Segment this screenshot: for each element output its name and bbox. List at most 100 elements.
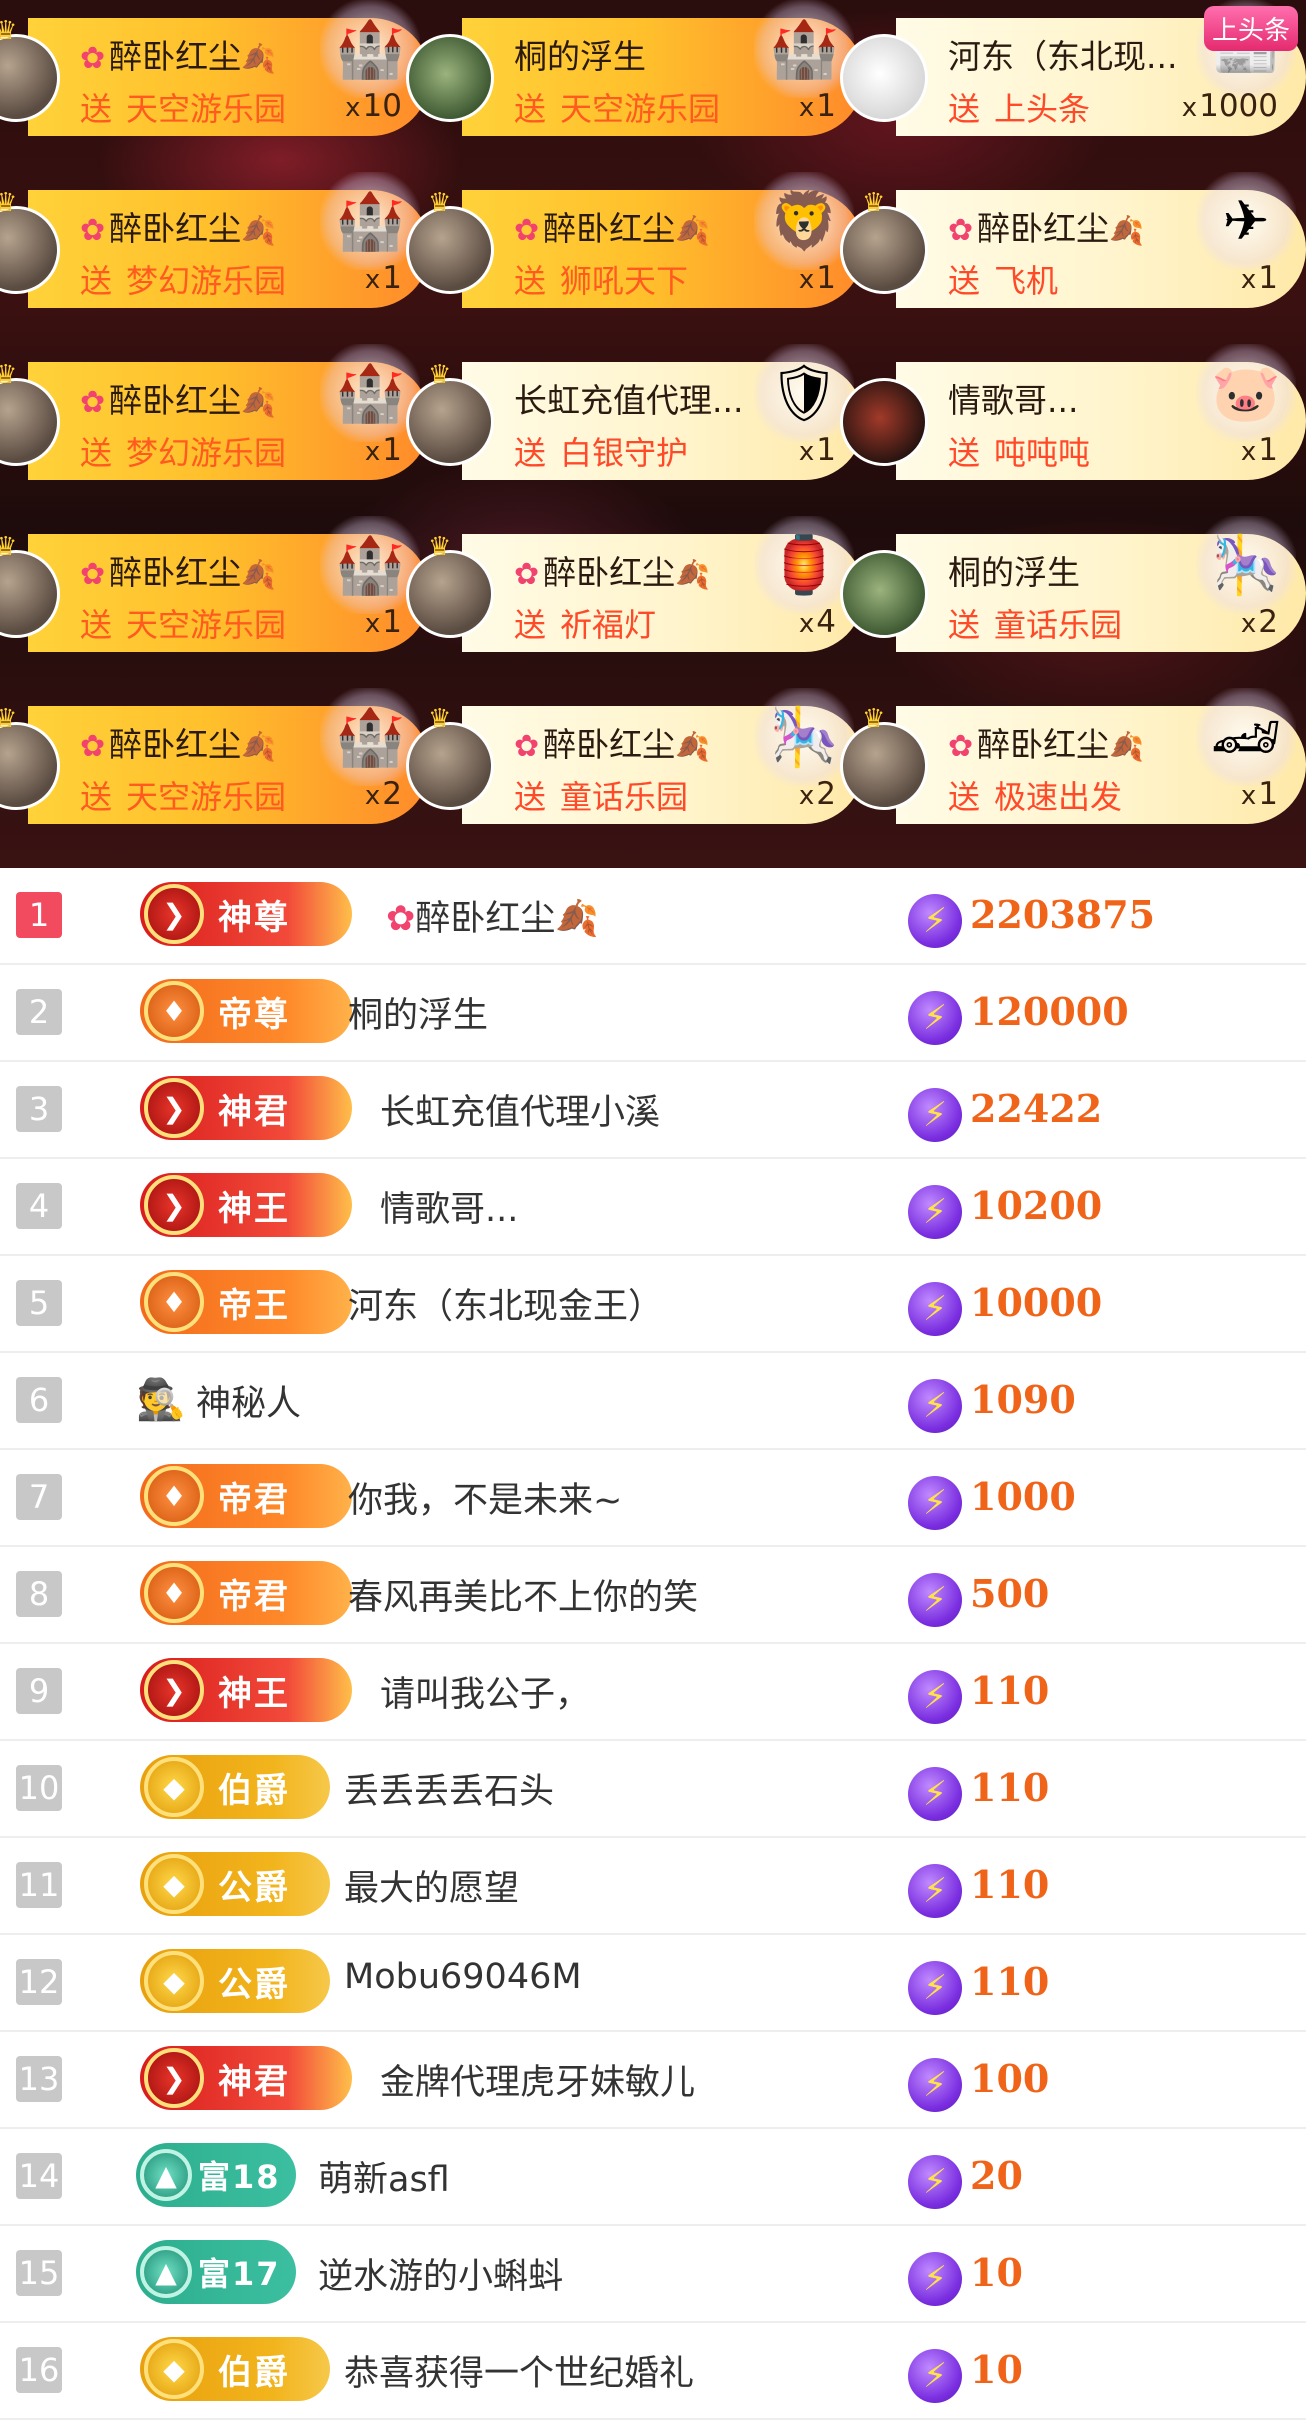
gift-banner[interactable]: ♛ ✿ 醉卧红尘🍂 送极速出发 🏎 x1 xyxy=(840,688,1306,824)
user-avatar[interactable] xyxy=(840,206,928,294)
ranking-username[interactable]: 河东（东北现金王） xyxy=(348,1278,663,1329)
user-avatar[interactable] xyxy=(406,378,494,466)
ranking-username[interactable]: 你我，不是未来~ xyxy=(348,1472,622,1523)
lightning-icon: ⚡ xyxy=(908,1088,962,1142)
gift-banner[interactable]: ♛ ✿ 醉卧红尘🍂 送梦幻游乐园 🏰 x1 xyxy=(0,172,430,308)
ranking-username[interactable]: Mobu69046M xyxy=(344,1957,582,1997)
gift-banner[interactable]: ♛ 长虹充值代理... 送白银守护 🛡 x1 xyxy=(406,344,864,480)
level-emblem-icon: ♦ xyxy=(144,981,204,1041)
gift-banner[interactable]: 桐的浮生送童话乐园 🎠 x2 xyxy=(840,516,1306,652)
gift-banner[interactable]: 情歌哥... 送吨吨吨 🐷 x1 xyxy=(840,344,1306,480)
count-value: 2 xyxy=(382,776,402,812)
gift-banner[interactable]: ♛ ✿ 醉卧红尘🍂 送天空游乐园 🏰 x1 xyxy=(0,516,430,652)
gift-name: 吨吨吨 xyxy=(994,434,1091,472)
ranking-username[interactable]: 春风再美比不上你的笑 xyxy=(348,1569,698,1620)
user-avatar[interactable] xyxy=(840,550,928,638)
contribution-score: 120000 xyxy=(970,989,1129,1034)
user-avatar[interactable] xyxy=(406,722,494,810)
flower-icon: ✿ xyxy=(948,729,974,764)
ranking-row[interactable]: 12 ◆ 公爵 Mobu69046M ⚡ 110 xyxy=(0,1935,1306,2032)
gift-banner[interactable]: ♛ ✿ 醉卧红尘🍂 送天空游乐园 🏰 x2 xyxy=(0,688,430,824)
gift-action-label: 送 xyxy=(514,262,547,300)
ranking-username[interactable]: 请叫我公子， xyxy=(380,1666,590,1717)
level-emblem-icon: ▲ xyxy=(140,2246,192,2298)
contribution-score: 22422 xyxy=(970,1086,1103,1131)
ranking-username[interactable]: ✿醉卧红尘🍂 xyxy=(386,890,599,941)
username-text: 逆水游的小蝌蚪 xyxy=(318,2257,564,2297)
gift-sender-name: 河东（东北现... xyxy=(948,30,1177,78)
lightning-icon: ⚡ xyxy=(908,1573,962,1627)
gift-sender-name: ✿ 醉卧红尘🍂 xyxy=(80,30,276,78)
level-badge: ❯ 神君 xyxy=(140,2046,352,2110)
user-avatar[interactable] xyxy=(406,34,494,122)
ranking-username[interactable]: 最大的愿望 xyxy=(344,1860,519,1911)
gift-action-label: 送 xyxy=(80,606,113,644)
level-label: 富18 xyxy=(198,2158,281,2196)
crown-icon: ♛ xyxy=(0,704,18,734)
rank-number: 7 xyxy=(16,1474,62,1520)
gift-action-label: 送 xyxy=(948,778,981,816)
ranking-row[interactable]: 9 ❯ 神王 请叫我公子， ⚡ 110 xyxy=(0,1644,1306,1741)
ranking-username[interactable]: 情歌哥... xyxy=(380,1181,518,1232)
rank-number: 10 xyxy=(16,1765,62,1811)
ranking-username[interactable]: 萌新asfl xyxy=(318,2151,450,2202)
flower-icon: ✿ xyxy=(386,899,416,939)
user-avatar[interactable] xyxy=(406,206,494,294)
ranking-row[interactable]: 11 ◆ 公爵 最大的愿望 ⚡ 110 xyxy=(0,1838,1306,1935)
gift-count: x1 xyxy=(799,260,836,296)
ranking-row[interactable]: 8 ♦ 帝君 春风再美比不上你的笑 ⚡ 500 xyxy=(0,1547,1306,1644)
user-avatar[interactable] xyxy=(406,550,494,638)
carousel-horse-icon: 🎠 xyxy=(754,688,854,786)
user-avatar[interactable] xyxy=(840,378,928,466)
username-text: 河东（东北现金王） xyxy=(348,1287,664,1327)
ranking-username[interactable]: 长虹充值代理小溪 xyxy=(380,1084,660,1135)
ranking-row[interactable]: 5 ♦ 帝王 河东（东北现金王） ⚡ 10000 xyxy=(0,1256,1306,1353)
flower-icon: ✿ xyxy=(80,557,106,592)
ranking-row[interactable]: 7 ♦ 帝君 你我，不是未来~ ⚡ 1000 xyxy=(0,1450,1306,1547)
ranking-row[interactable]: 2 ♦ 帝尊 桐的浮生 ⚡ 120000 xyxy=(0,965,1306,1062)
castle-icon: 🏰 xyxy=(320,688,420,786)
gift-sender-text: 醉卧红尘 xyxy=(543,209,676,248)
gift-banner[interactable]: 河东（东北现...送上头条📰上头条x1000 xyxy=(840,0,1306,136)
contribution-score: 1000 xyxy=(970,1474,1076,1519)
gift-banner[interactable]: ♛ ✿ 醉卧红尘🍂 送梦幻游乐园 🏰 x1 xyxy=(0,344,430,480)
ranking-row[interactable]: 16 ◆ 伯爵 恭喜获得一个世纪婚礼 ⚡ 10 xyxy=(0,2323,1306,2420)
gift-sender-name: ✿ 醉卧红尘🍂 xyxy=(948,718,1144,766)
ranking-row[interactable]: 6 🕵 神秘人 ⚡ 1090 xyxy=(0,1353,1306,1450)
gift-sender-name: 情歌哥... xyxy=(948,374,1078,422)
gift-banner[interactable]: ♛ ✿ 醉卧红尘🍂 送祈福灯 🏮 x4 xyxy=(406,516,864,652)
pig-icon: 🐷 xyxy=(1196,344,1296,442)
gift-banner[interactable]: ♛ ✿ 醉卧红尘🍂 送飞机 ✈ x1 xyxy=(840,172,1306,308)
count-value: 1 xyxy=(816,432,836,468)
ranking-username[interactable]: 恭喜获得一个世纪婚礼 xyxy=(344,2345,694,2396)
ranking-row[interactable]: 13 ❯ 神君 金牌代理虎牙妹敏儿 ⚡ 100 xyxy=(0,2032,1306,2129)
ranking-username[interactable]: 桐的浮生 xyxy=(348,987,488,1038)
ranking-username[interactable]: 金牌代理虎牙妹敏儿 xyxy=(380,2054,695,2105)
gift-banner[interactable]: 桐的浮生送天空游乐园 🏰 x1 xyxy=(406,0,864,136)
rank-number: 14 xyxy=(16,2153,62,2199)
ranking-row[interactable]: 15 ▲ 富17 逆水游的小蝌蚪 ⚡ 10 xyxy=(0,2226,1306,2323)
ranking-row[interactable]: 1 ❯ 神尊 ✿醉卧红尘🍂 ⚡ 2203875 xyxy=(0,868,1306,965)
ranking-username[interactable]: 神秘人 xyxy=(196,1375,301,1426)
count-prefix: x xyxy=(798,437,815,467)
ranking-row[interactable]: 14 ▲ 富18 萌新asfl ⚡ 20 xyxy=(0,2129,1306,2226)
ranking-row[interactable]: 10 ◆ 伯爵 丢丢丢丢石头 ⚡ 110 xyxy=(0,1741,1306,1838)
gift-banner[interactable]: ♛ ✿ 醉卧红尘🍂 送狮吼天下 🦁 x1 xyxy=(406,172,864,308)
rank-number: 8 xyxy=(16,1571,62,1617)
ranking-row[interactable]: 3 ❯ 神君 长虹充值代理小溪 ⚡ 22422 xyxy=(0,1062,1306,1159)
count-prefix: x xyxy=(798,609,815,639)
ranking-username[interactable]: 丢丢丢丢石头 xyxy=(344,1763,554,1814)
gift-banner[interactable]: ♛ ✿ 醉卧红尘🍂 送童话乐园 🎠 x2 xyxy=(406,688,864,824)
count-prefix: x xyxy=(364,781,381,811)
username-text: 丢丢丢丢石头 xyxy=(344,1772,555,1812)
user-avatar[interactable] xyxy=(840,722,928,810)
level-label: 伯爵 xyxy=(218,1770,290,1811)
gift-sender-text: 桐的浮生 xyxy=(514,37,646,76)
count-value: 1 xyxy=(382,604,402,640)
ranking-row[interactable]: 4 ❯ 神王 情歌哥... ⚡ 10200 xyxy=(0,1159,1306,1256)
gift-banner[interactable]: ♛ ✿ 醉卧红尘🍂 送天空游乐园 🏰 x10 xyxy=(0,0,430,136)
ranking-username[interactable]: 逆水游的小蝌蚪 xyxy=(318,2248,563,2299)
count-prefix: x xyxy=(798,781,815,811)
level-label: 神王 xyxy=(218,1188,290,1229)
user-avatar[interactable] xyxy=(840,34,928,122)
